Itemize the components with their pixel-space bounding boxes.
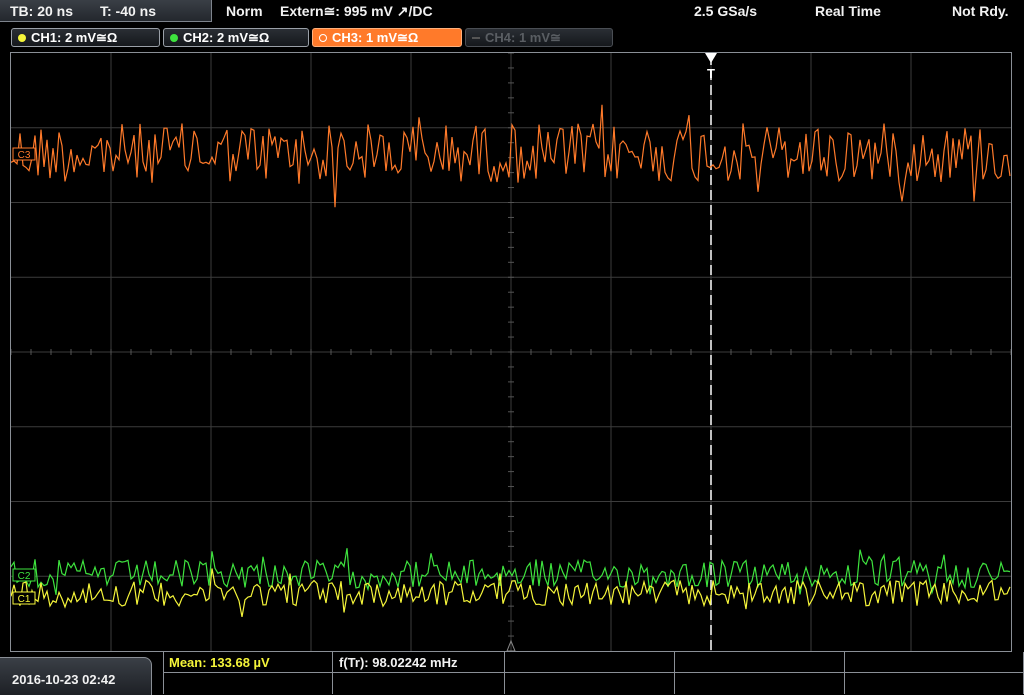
timebase-value: TB: 20 ns (10, 3, 74, 19)
timebase-panel[interactable]: TB: 20 ns T: -40 ns (0, 0, 212, 22)
ch1-label: CH1: 2 mV≅Ω (31, 30, 118, 45)
mean-measurement: Mean: 133.68 µV (169, 655, 270, 670)
tab-ch3[interactable]: CH3: 1 mV≅Ω (312, 28, 462, 47)
ch1-ref-label: C1 (18, 594, 31, 605)
channel-bar: CH1: 2 mV≅Ω CH2: 2 mV≅Ω CH3: 1 mV≅Ω CH4:… (0, 26, 1024, 48)
ch2-ref-label: C2 (18, 571, 31, 582)
meas-cell (845, 652, 1024, 673)
ch1-dot-icon (18, 34, 26, 42)
meas-cell (505, 652, 675, 673)
meas-cell (333, 673, 505, 694)
ch4-label: CH4: 1 mV≅ (485, 30, 561, 45)
ch3-label: CH3: 1 mV≅Ω (332, 30, 419, 45)
meas-cell (675, 673, 845, 694)
datetime-panel: 2016-10-23 02:42 (0, 657, 152, 695)
status-bar: TB: 20 ns T: -40 ns Norm Extern≅: 995 mV… (0, 0, 1024, 24)
meas-cell (675, 652, 845, 673)
meas-cell (845, 673, 1024, 694)
tab-ch1[interactable]: CH1: 2 mV≅Ω (11, 28, 160, 47)
trigger-time-value: T: -40 ns (100, 3, 157, 19)
frequency-measurement: f(Tr): 98.02242 mHz (339, 655, 458, 670)
waveform-svg: T C3 C2 C1 (11, 53, 1011, 651)
sample-rate[interactable]: 2.5 GSa/s (694, 3, 757, 19)
ch4-dash-icon (472, 37, 480, 39)
tab-ch4[interactable]: CH4: 1 mV≅ (465, 28, 613, 47)
ch2-ref-marker[interactable]: C2 (12, 568, 36, 582)
ch1-ref-marker[interactable]: C1 (12, 591, 36, 605)
trigger-source[interactable]: Extern≅: 995 mV ↗/DC (280, 3, 433, 20)
ch2-dot-icon (170, 34, 178, 42)
ch2-label: CH2: 2 mV≅Ω (183, 30, 270, 45)
trigger-label: T (707, 66, 715, 81)
ch3-dot-icon (319, 34, 327, 42)
acquisition-mode[interactable]: Real Time (815, 3, 881, 19)
meas-cell (505, 673, 675, 694)
measurement-panel[interactable]: Mean: 133.68 µV f(Tr): 98.02242 mHz (163, 652, 1024, 695)
trigger-arrow-icon[interactable] (705, 53, 717, 63)
datetime-value: 2016-10-23 02:42 (12, 672, 116, 687)
meas-cell (163, 673, 333, 694)
ch3-ref-marker[interactable]: C3 (12, 147, 36, 161)
trigger-mode[interactable]: Norm (226, 3, 263, 19)
ch3-ref-label: C3 (18, 150, 31, 161)
waveform-display[interactable]: T C3 C2 C1 (10, 52, 1012, 652)
trigger-state: Not Rdy. (952, 3, 1009, 19)
tab-ch2[interactable]: CH2: 2 mV≅Ω (163, 28, 309, 47)
